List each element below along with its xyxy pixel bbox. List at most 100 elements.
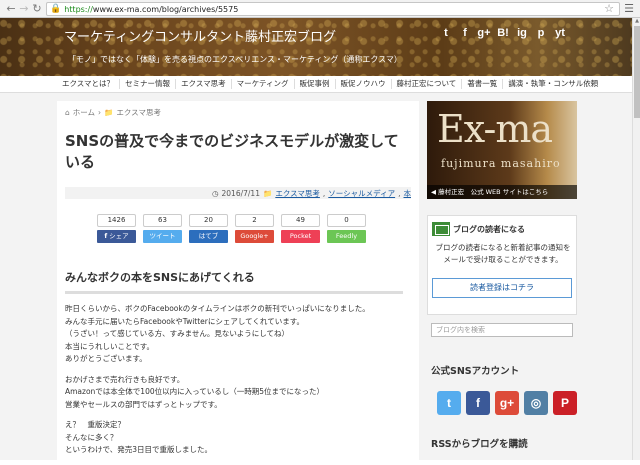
share-label: はてブ <box>198 232 219 240</box>
googleplus-icon[interactable]: g+ <box>495 391 519 415</box>
text-line: 昨日くらいから、ボクのFacebookのタイムラインはボクの新刊でいっぱいになり… <box>65 304 370 313</box>
share-label: ツイート <box>149 232 176 240</box>
share-button[interactable]: Google+ <box>235 230 274 243</box>
googleplus-icon[interactable]: g+ <box>476 24 492 42</box>
global-nav: エクスマとは？ セミナー情報 エクスマ思考 マーケティング 販促事例 販促ノウハウ 藤村正宏… <box>0 76 632 93</box>
share-count: 2 <box>235 214 274 227</box>
paragraph: え？ 重版決定？ そんなに多く？ というわけで、発売3日目で重版しました。 <box>65 419 411 457</box>
nav-item[interactable]: 講演・執筆・コンサル依頼 <box>503 79 603 89</box>
rss-heading: RSSからブログを購読 <box>431 439 528 450</box>
facebook-icon: f <box>104 232 108 240</box>
share-item: 1426 f シェア <box>97 214 136 243</box>
nav-item[interactable]: 販促ノウハウ <box>336 79 392 89</box>
chevron-right-icon: › <box>98 108 102 117</box>
forward-icon[interactable]: → <box>17 2 31 16</box>
category-link[interactable]: 本 <box>404 188 412 199</box>
share-button[interactable]: ツイート <box>143 230 182 243</box>
reader-description: ブログの読者になると新着記事の通知をメールで受け取ることができます。 <box>435 243 571 264</box>
reader-widget: ブログの読者になる ブログの読者になると新着記事の通知をメールで受け取ることがで… <box>427 215 577 315</box>
back-icon[interactable]: ← <box>4 2 18 16</box>
scrollbar[interactable]: ▲ <box>632 18 640 460</box>
hatena-icon[interactable]: B! <box>495 24 511 42</box>
text-line: Amazonでは本全体で100位以内に入っているし（一時期5位までになった） <box>65 387 325 396</box>
nav-item[interactable]: 販促事例 <box>295 79 336 89</box>
instagram-icon[interactable]: ig <box>514 24 530 42</box>
exma-banner[interactable]: Ex-ma fujimura masahiro ◀ 藤村正宏 公式 WEB サイ… <box>427 101 577 199</box>
instagram-icon[interactable]: ◎ <box>524 391 548 415</box>
share-label: シェア <box>109 232 129 240</box>
reader-title: ブログの読者になる <box>453 224 525 234</box>
youtube-icon[interactable]: yt <box>552 24 568 42</box>
article-body: 昨日くらいから、ボクのFacebookのタイムラインはボクの新刊でいっぱいになり… <box>65 303 411 465</box>
lock-icon: 🔒 <box>50 4 62 14</box>
text-line: そんなに多く？ <box>65 432 118 442</box>
text-line: （うざい！って感じている方、すみません。見ないようにしてね） <box>65 329 290 338</box>
nav-item[interactable]: エクスマ思考 <box>176 79 232 89</box>
post-meta: ◷ 2016/7/11 📁 エクスマ思考, ソーシャルメディア, 本 <box>65 187 411 199</box>
site-tagline: 「モノ」ではなく「体験」を売る視点のエクスペリエンス・マーケティング（通称エクス… <box>68 55 402 64</box>
home-icon: ⌂ <box>65 108 70 117</box>
bookmark-star-icon[interactable]: ☆ <box>604 2 614 15</box>
share-item: 0 Feedly <box>327 214 366 243</box>
url-text: https://www.ex-ma.com/blog/archives/5575 <box>64 4 239 14</box>
share-count: 20 <box>189 214 228 227</box>
post-date: 2016/7/11 <box>221 188 260 198</box>
nav-item[interactable]: エクスマとは？ <box>57 79 121 89</box>
share-count: 1426 <box>97 214 136 227</box>
nav-item[interactable]: 著書一覧 <box>462 79 504 89</box>
browser-toolbar: ← → ↻ 🔒 https://www.ex-ma.com/blog/archi… <box>0 0 640 18</box>
text-line: みんな手元に届いたらFacebookやTwitterにシェアしてくれています。 <box>65 316 304 326</box>
share-count: 49 <box>281 214 320 227</box>
share-label: Feedly <box>335 232 358 240</box>
share-label: Pocket <box>289 232 312 240</box>
text-line: 本当にうれしいことです。 <box>65 341 155 351</box>
share-count: 63 <box>143 214 182 227</box>
share-count: 0 <box>327 214 366 227</box>
pinterest-icon[interactable]: P <box>553 391 577 415</box>
pinterest-icon[interactable]: p <box>533 24 549 42</box>
text-line: え？ 重版決定？ <box>65 420 125 429</box>
share-label: Google+ <box>240 232 269 240</box>
share-button[interactable]: はてブ <box>189 230 228 243</box>
facebook-icon[interactable]: f <box>466 391 490 415</box>
header-social-icons: t f g+ B! ig p yt <box>438 24 568 42</box>
share-button[interactable]: f シェア <box>97 230 136 243</box>
text-line: というわけで、発売3日目で重版しました。 <box>65 445 212 454</box>
paragraph: 昨日くらいから、ボクのFacebookのタイムラインはボクの新刊でいっぱいになり… <box>65 303 411 366</box>
banner-caption: ◀ 藤村正宏 公式 WEB サイトはこちら <box>427 185 577 199</box>
nav-item[interactable]: セミナー情報 <box>120 79 177 89</box>
nav-item[interactable]: 藤村正宏について <box>392 79 463 89</box>
clock-icon: ◷ <box>211 188 219 198</box>
scroll-thumb[interactable] <box>634 26 640 118</box>
breadcrumb-home[interactable]: ホーム <box>73 107 95 118</box>
share-button[interactable]: Pocket <box>281 230 320 243</box>
share-item: 20 はてブ <box>189 214 228 243</box>
share-item: 49 Pocket <box>281 214 320 243</box>
folder-icon: 📁 <box>104 108 114 117</box>
blog-search-input[interactable]: ブログ内を検索 <box>431 323 573 337</box>
share-item: 2 Google+ <box>235 214 274 243</box>
banner-subtitle: fujimura masahiro <box>441 157 561 170</box>
category-link[interactable]: ソーシャルメディア <box>328 188 395 199</box>
paragraph: おかげさまで売れ行きも良好です。 Amazonでは本全体で100位以内に入っている… <box>65 374 411 412</box>
subscribe-button[interactable]: 読者登録はコチラ <box>432 278 572 298</box>
reload-icon[interactable]: ↻ <box>30 2 44 16</box>
facebook-icon[interactable]: f <box>457 24 473 42</box>
menu-icon[interactable]: ☰ <box>624 2 634 15</box>
mail-icon <box>432 222 450 236</box>
scroll-up-icon[interactable]: ▲ <box>634 18 640 25</box>
text-line: 営業やセールスの部門ではずっとトップです。 <box>65 399 222 409</box>
text-line: おかげさまで売れ行きも良好です。 <box>65 374 185 384</box>
category-link[interactable]: エクスマ思考 <box>275 188 320 199</box>
sns-heading: 公式SNSアカウント <box>431 366 520 377</box>
share-buttons: 1426 f シェア 63 ツイート 20 はてブ 2 Google+ 49 Pocket 0 Feed… <box>97 214 366 243</box>
share-button[interactable]: Feedly <box>327 230 366 243</box>
site-title[interactable]: マーケティングコンサルタント藤村正宏ブログ <box>64 26 336 45</box>
article: ⌂ ホーム › 📁 エクスマ思考 SNSの普及で今までのビジネスモデルが激変して… <box>57 101 419 460</box>
twitter-icon[interactable]: t <box>438 24 454 42</box>
banner-brand: Ex-ma <box>437 107 553 151</box>
address-bar[interactable]: 🔒 https://www.ex-ma.com/blog/archives/55… <box>46 2 620 16</box>
breadcrumb-category[interactable]: エクスマ思考 <box>116 107 161 118</box>
twitter-icon[interactable]: t <box>437 391 461 415</box>
nav-item[interactable]: マーケティング <box>232 79 295 89</box>
